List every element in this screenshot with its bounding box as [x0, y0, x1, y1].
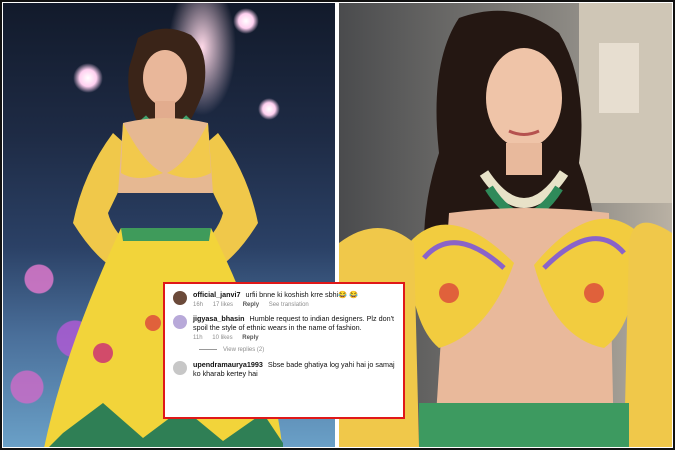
divider	[199, 349, 217, 350]
comment-username[interactable]: official_janvi7	[193, 290, 241, 299]
comment-likes[interactable]: 17 likes	[213, 302, 233, 308]
reply-button[interactable]: Reply	[242, 335, 258, 341]
reply-button[interactable]: Reply	[243, 302, 259, 308]
comments-panel: official_janvi7 urfii bnne ki koshish kr…	[163, 282, 405, 419]
avatar[interactable]	[173, 291, 187, 305]
comment-username[interactable]: jigyasa_bhasin	[193, 314, 245, 323]
comment-time: 16h	[193, 301, 204, 308]
comment-likes[interactable]: 10 likes	[212, 335, 232, 341]
comment-text: urfii bnne ki koshish krre sbhi😂 😂	[245, 290, 359, 299]
view-replies-label[interactable]: View replies (2)	[223, 347, 264, 353]
comment-time: 11h	[193, 334, 203, 341]
comment-item: upendramaurya1993 Sbse bade ghatiya log …	[173, 360, 395, 379]
see-translation-link[interactable]: See translation	[269, 302, 309, 308]
comment-username[interactable]: upendramaurya1993	[193, 360, 263, 369]
view-replies-link[interactable]: View replies (2)	[199, 347, 395, 353]
avatar[interactable]	[173, 314, 187, 329]
comment-item: official_janvi7 urfii bnne ki koshish kr…	[173, 290, 395, 308]
comment-item: jigyasa_bhasin Humble request to indian …	[173, 314, 395, 341]
avatar[interactable]	[173, 360, 187, 375]
